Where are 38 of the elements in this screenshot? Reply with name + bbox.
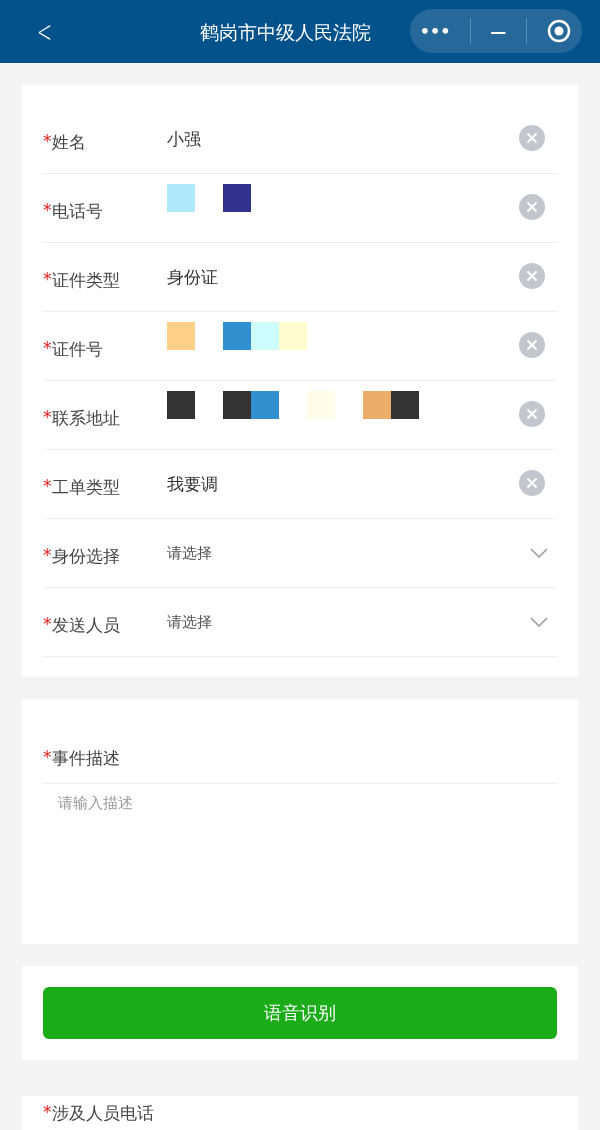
field-label: 姓名 <box>51 130 86 154</box>
clear-icon[interactable] <box>519 401 545 427</box>
clear-icon[interactable] <box>519 332 545 358</box>
clear-icon[interactable] <box>519 470 545 496</box>
required-mark: * <box>43 199 52 222</box>
field-label: 电话号 <box>51 199 103 223</box>
field-label: 涉及人员电话 <box>51 1102 154 1125</box>
field-label: 工单类型 <box>51 475 120 499</box>
clear-icon[interactable] <box>519 194 545 220</box>
required-mark: * <box>43 544 52 567</box>
chevron-down-icon[interactable] <box>530 617 548 627</box>
close-target-icon[interactable] <box>546 18 573 44</box>
required-mark: * <box>43 406 52 429</box>
required-mark: * <box>43 613 52 636</box>
select-field[interactable]: 请选择 <box>167 543 212 563</box>
input-field[interactable]: 我要调 <box>167 472 218 496</box>
required-mark: * <box>43 747 52 769</box>
field-label: 事件描述 <box>51 747 120 770</box>
required-mark: * <box>43 1102 52 1124</box>
required-mark: * <box>43 130 52 153</box>
field-label: 发送人员 <box>51 613 120 637</box>
required-mark: * <box>43 268 52 291</box>
more-button[interactable]: ••• <box>419 21 451 41</box>
required-mark: * <box>43 337 52 360</box>
back-button[interactable]: < <box>37 14 53 49</box>
chevron-down-icon[interactable] <box>530 548 548 558</box>
page-title: 鹤岗市中级人民法院 <box>200 20 371 45</box>
input-field[interactable]: 小强 <box>167 127 201 151</box>
field-label: 证件号 <box>51 337 103 361</box>
select-field[interactable]: 请选择 <box>167 612 212 632</box>
input-field[interactable]: 身份证 <box>167 265 218 289</box>
field-label: 身份选择 <box>51 544 120 568</box>
minimize-button[interactable]: — <box>490 21 507 41</box>
clear-icon[interactable] <box>519 263 545 289</box>
clear-icon[interactable] <box>519 125 545 151</box>
required-mark: * <box>43 475 52 498</box>
field-label: 联系地址 <box>51 406 120 430</box>
field-label: 证件类型 <box>51 268 120 292</box>
